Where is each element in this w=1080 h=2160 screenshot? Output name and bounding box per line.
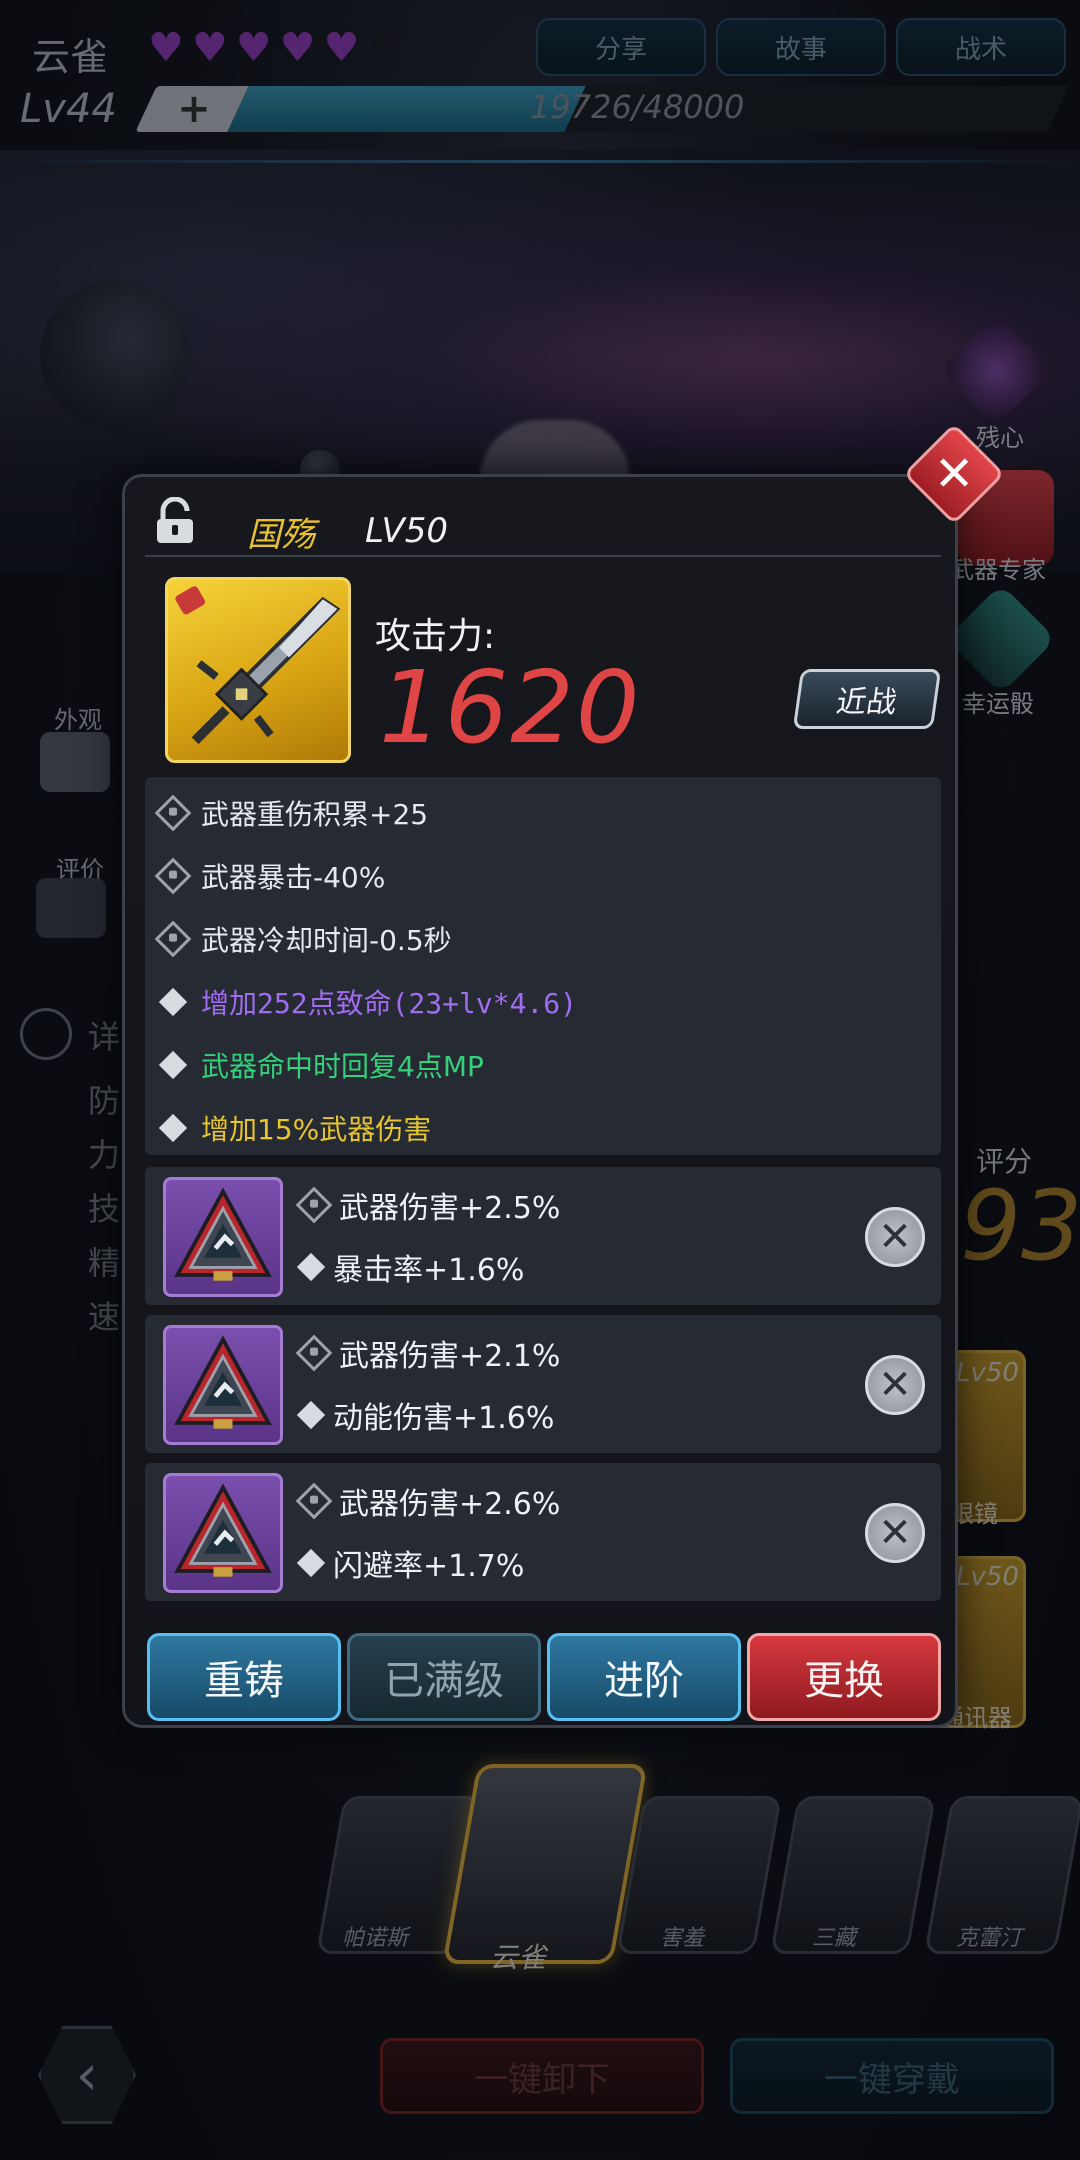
weapon-level: LV50 [365, 511, 448, 551]
attribute-text: 增加252点致命(23+lv*4.6) [201, 986, 578, 1020]
title-divider [145, 555, 941, 557]
attribute-row: 武器冷却时间-0.5秒 [145, 907, 941, 970]
attribute-row: 武器命中时回复4点MP [145, 1033, 941, 1096]
remove-gem-button[interactable]: ✕ [865, 1207, 925, 1267]
attribute-text: 武器暴击-40% [201, 860, 386, 894]
gem-attribute-line2: 动能伤害+1.6% [333, 1401, 555, 1436]
attribute-row: 武器暴击-40% [145, 844, 941, 907]
diamond-bullet-icon [158, 1050, 188, 1079]
attribute-text: 武器重伤积累+25 [201, 797, 429, 831]
attribute-row: 增加252点致命(23+lv*4.6) [145, 970, 941, 1033]
attribute-text: 武器冷却时间-0.5秒 [201, 923, 452, 957]
attribute-list: 武器重伤积累+25 武器暴击-40% 武器冷却时间-0.5秒 增加252点致命(… [145, 777, 941, 1155]
close-icon: ✕ [933, 446, 975, 502]
gem-icon[interactable] [163, 1325, 283, 1445]
locked-attribute-icon [154, 857, 192, 894]
gem-icon[interactable] [163, 1177, 283, 1297]
locked-attribute-icon [154, 920, 192, 957]
remove-gem-button[interactable]: ✕ [865, 1355, 925, 1415]
gem-slot: 武器伤害+2.5% 暴击率+1.6% ✕ [145, 1167, 941, 1305]
diamond-bullet-icon [158, 987, 188, 1016]
attribute-text: 武器命中时回复4点MP [201, 1049, 484, 1083]
weapon-name: 国殇 [247, 515, 315, 555]
unlock-icon[interactable] [155, 497, 195, 545]
locked-attribute-icon [154, 794, 192, 831]
diamond-bullet-icon [158, 1113, 188, 1142]
gem-slot: 武器伤害+2.1% 动能伤害+1.6% ✕ [145, 1315, 941, 1453]
weapon-detail-modal: 国殇 LV50 攻击力: 1620 近战 武器重伤积累+25 武器暴击-40% … [122, 474, 958, 1728]
gem-slot: 武器伤害+2.6% 闪避率+1.7% ✕ [145, 1463, 941, 1601]
locked-attribute-icon [295, 1186, 333, 1224]
weapon-sword-icon [165, 577, 351, 763]
attribute-row: 增加15%武器伤害 [145, 1096, 941, 1159]
locked-attribute-icon [295, 1334, 333, 1372]
diamond-bullet-icon [296, 1400, 326, 1430]
locked-attribute-icon [295, 1482, 333, 1520]
diamond-bullet-icon [296, 1252, 326, 1282]
gem-attribute-line1: 武器伤害+2.1% [339, 1339, 561, 1374]
attack-value: 1620 [379, 649, 642, 766]
replace-button[interactable]: 更换 [747, 1633, 941, 1721]
diamond-bullet-icon [296, 1548, 326, 1578]
reforge-button[interactable]: 重铸 [147, 1633, 341, 1721]
gem-attribute-line1: 武器伤害+2.5% [339, 1191, 561, 1226]
gem-attribute-line1: 武器伤害+2.6% [339, 1487, 561, 1522]
gem-attribute-line2: 暴击率+1.6% [333, 1253, 525, 1288]
gem-icon[interactable] [163, 1473, 283, 1593]
weapon-type-button[interactable]: 近战 [792, 669, 942, 729]
attribute-text: 增加15%武器伤害 [201, 1112, 432, 1146]
remove-gem-button[interactable]: ✕ [865, 1503, 925, 1563]
gem-attribute-line2: 闪避率+1.7% [333, 1549, 525, 1584]
max-level-button[interactable]: 已满级 [347, 1633, 541, 1721]
advance-button[interactable]: 进阶 [547, 1633, 741, 1721]
attribute-row: 武器重伤积累+25 [145, 781, 941, 844]
